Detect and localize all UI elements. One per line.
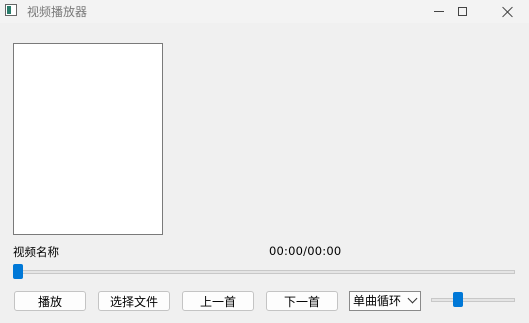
maximize-button[interactable]: [442, 0, 482, 23]
time-label: 00:00/00:00: [269, 244, 342, 258]
select-file-button[interactable]: 选择文件: [98, 291, 170, 311]
video-display: [13, 43, 163, 235]
loop-mode-value: 单曲循环: [353, 294, 402, 308]
progress-slider-handle[interactable]: [13, 264, 23, 279]
close-button[interactable]: [488, 0, 528, 23]
previous-button[interactable]: 上一首: [182, 291, 254, 311]
progress-slider[interactable]: [13, 270, 515, 274]
next-button[interactable]: 下一首: [266, 291, 338, 311]
volume-slider-handle[interactable]: [453, 292, 463, 307]
app-icon: [5, 4, 17, 16]
window-title: 视频播放器: [27, 5, 88, 19]
maximize-icon: [457, 7, 467, 16]
play-button[interactable]: 播放: [14, 291, 86, 311]
chevron-down-icon: [407, 293, 418, 304]
volume-slider[interactable]: [431, 298, 515, 302]
video-name-label: 视频名称: [13, 245, 59, 259]
loop-mode-select[interactable]: 单曲循环: [349, 291, 421, 311]
close-icon: [502, 6, 514, 18]
title-bar: 视频播放器: [0, 0, 529, 23]
